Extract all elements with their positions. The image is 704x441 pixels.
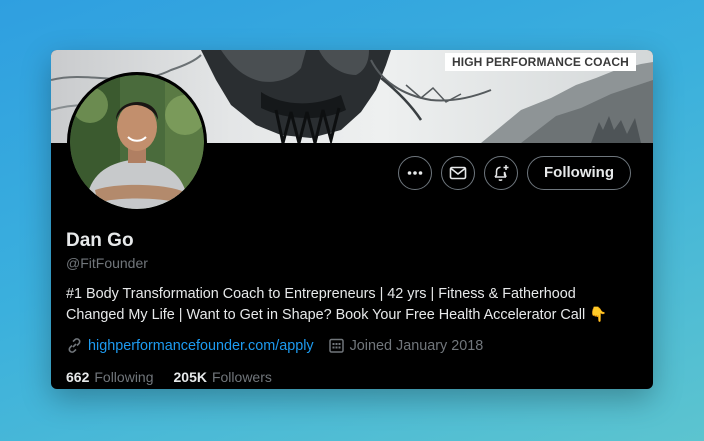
username-handle: @FitFounder xyxy=(66,255,148,271)
followers-stat[interactable]: 205K Followers xyxy=(174,369,272,385)
followers-label: Followers xyxy=(211,369,272,385)
profile-actions: Following xyxy=(398,155,631,191)
link-icon xyxy=(68,338,81,353)
envelope-icon xyxy=(449,166,467,180)
website-link[interactable]: highperformancefounder.com/apply xyxy=(88,338,314,354)
banner-badge: HIGH PERFORMANCE COACH xyxy=(445,53,636,71)
profile-meta: highperformancefounder.com/apply Joined … xyxy=(66,337,483,354)
notify-button[interactable] xyxy=(484,156,518,190)
followers-count: 205K xyxy=(173,369,207,385)
display-name: Dan Go xyxy=(66,230,134,251)
bio-line: Changed My Life | Want to Get in Shape? … xyxy=(66,307,608,323)
profile-bio: #1 Body Transformation Coach to Entrepre… xyxy=(66,284,641,326)
follow-stats: 662 Following 205K Followers xyxy=(66,369,272,385)
bell-plus-icon xyxy=(494,165,509,181)
calendar-icon xyxy=(328,338,344,353)
avatar[interactable] xyxy=(67,72,207,212)
more-button[interactable] xyxy=(398,156,432,190)
following-button[interactable]: Following xyxy=(527,156,631,190)
following-stat[interactable]: 662 Following xyxy=(66,369,154,385)
message-button[interactable] xyxy=(441,156,475,190)
following-label: Following xyxy=(94,369,154,385)
avatar-photo xyxy=(70,75,204,209)
following-count: 662 xyxy=(66,369,90,385)
more-icon xyxy=(407,171,423,175)
profile-card: HIGH PERFORMANCE COACH Following Dan Go … xyxy=(51,50,653,389)
bio-line: #1 Body Transformation Coach to Entrepre… xyxy=(66,286,576,302)
joined-date: Joined January 2018 xyxy=(349,337,484,354)
